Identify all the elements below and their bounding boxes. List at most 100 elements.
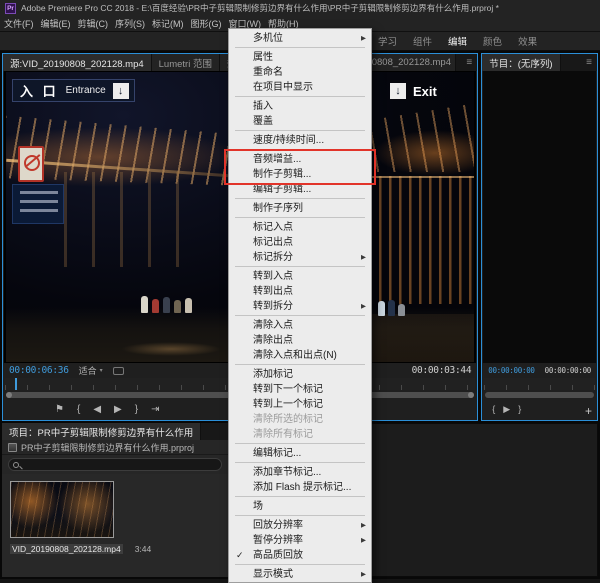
exit-sign: ↓ Exit [390,81,437,101]
title-bar: Pr Adobe Premiere Pro CC 2018 - E:\百度经验\… [0,0,600,16]
project-file-name[interactable]: PR中子剪辑限制修剪边界有什么作用.prproj [21,441,194,454]
program-transport-controls: { ▶} [482,399,597,420]
context-menu-item[interactable]: 标记出点 [229,235,371,250]
project-tab[interactable]: 项目：PR中子剪辑限制修剪边界有什么作用 [2,423,202,440]
menu-separator [235,198,365,199]
step-back-icon[interactable]: ◀ [93,404,101,415]
context-menu-item[interactable]: 清除入点 [229,318,371,333]
source-duration-timecode: 00:00:03:44 [411,365,472,376]
context-menu-item[interactable]: 制作子序列 [229,201,371,216]
clip-thumbnail[interactable] [10,481,114,538]
context-menu-item[interactable]: 场 [229,499,371,514]
search-icon [13,461,19,468]
workspace-tab[interactable]: 编辑 [448,34,467,48]
mark-out-icon[interactable]: } [135,404,138,415]
workspace-tab[interactable]: 颜色 [483,34,502,48]
menu-separator [235,364,365,365]
context-menu-item[interactable]: 回放分辨率 ▶ [229,518,371,533]
context-menu-item[interactable]: 重命名 [229,65,371,80]
zoom-level-select[interactable]: 适合 ▾ [79,364,103,377]
menubar-item[interactable]: 剪辑(C) [78,17,109,30]
context-menu-item[interactable]: 添加 Flash 提示标记... [229,480,371,495]
play-icon[interactable]: ▶ [503,405,510,414]
button-editor-add-button[interactable]: + [585,405,592,417]
add-marker-icon[interactable]: ⚑ [55,404,64,415]
menubar-item[interactable]: 文件(F) [4,17,34,30]
context-menu-item[interactable]: 制作子剪辑... [229,167,371,182]
mark-in-icon[interactable]: { [492,405,495,414]
playhead[interactable] [15,378,17,390]
context-menu-item-label: 插入 [253,101,273,112]
context-menu-item-label: 标记入点 [253,222,293,233]
panel-menu-icon[interactable]: ≡ [461,57,477,68]
scrollbar-left-handle[interactable] [6,391,12,398]
context-menu-item[interactable]: 添加标记 [229,367,371,382]
menu-separator [235,496,365,497]
menu-separator [235,462,365,463]
zoom-level-value: 适合 [78,366,97,376]
source-tab[interactable]: 源:VID_20190808_202128.mp4 [3,54,152,71]
crowd-left [141,296,192,313]
workspace-tab[interactable]: 学习 [378,34,397,48]
context-menu-item[interactable]: 清除所有标记 [229,427,371,442]
context-menu-item[interactable]: 多机位 ▶ [229,31,371,46]
mark-in-icon[interactable]: { [77,404,80,415]
go-to-out-icon[interactable]: ⇥ [151,404,159,415]
context-menu-item[interactable]: 插入 [229,99,371,114]
context-menu-item[interactable]: 标记入点 [229,220,371,235]
menubar-item[interactable]: 序列(S) [115,17,145,30]
context-menu: 多机位 ▶ 属性 重命名 在项目中显示插入覆盖速度/持续时间... 音频增益... 制作子剪… [224,28,376,583]
program-timecode-row: 00:00:00:00 00:00:00:00 [482,363,597,378]
chevron-down-icon: ▾ [99,368,103,374]
menubar-item[interactable]: 图形(G) [191,17,222,30]
context-menu-item[interactable]: 转到出点 [229,284,371,299]
context-menu-item[interactable]: 转到入点 [229,269,371,284]
context-menu-item[interactable]: 清除所选的标记 [229,412,371,427]
context-menu-item-label: 转到出点 [253,286,293,297]
scrollbar-right-handle[interactable] [468,391,475,398]
mark-out-icon[interactable]: } [518,405,521,414]
context-menu-item-label: 清除入点 [253,320,293,331]
entrance-sign: 入 口 Entrance ↓ [12,79,135,102]
menu-separator [235,130,365,131]
context-menu-item[interactable]: 清除出点 [229,333,371,348]
context-menu-item[interactable]: 显示模式 ▶ [229,567,371,582]
context-menu-item-label: 多机位 [253,33,283,44]
clip-name[interactable]: VID_20190808_202128.mp4 [10,544,123,554]
context-menu-item[interactable]: 转到拆分 ▶ [229,299,371,314]
context-menu-item[interactable]: 属性 [229,50,371,65]
playback-settings-icon[interactable] [112,366,124,375]
program-scroll-row [482,390,597,399]
context-menu-item[interactable]: 编辑子剪辑... [229,182,371,197]
play-icon[interactable]: ▶ [114,404,122,415]
menubar-item[interactable]: 编辑(E) [41,17,71,30]
context-menu-item[interactable]: 转到上一个标记 [229,397,371,412]
context-menu-item[interactable]: 音频增益... [229,152,371,167]
search-input[interactable] [8,458,222,471]
context-menu-item-label: 音频增益... [253,154,302,165]
source-tab[interactable]: Lumetri 范围 [151,54,220,71]
workspace-tab[interactable]: 效果 [518,34,537,48]
panel-menu-icon[interactable]: ≡ [581,57,597,68]
program-tab[interactable]: 节目：(无序列) [482,54,561,71]
context-menu-item[interactable]: 速度/持续时间... [229,133,371,148]
context-menu-item-label: 清除所选的标记 [253,414,323,425]
menubar-item[interactable]: 标记(M) [152,17,184,30]
program-time-ru1er[interactable] [484,378,595,390]
context-menu-item[interactable]: 高品质回放 ✓ [229,548,371,563]
context-menu-item[interactable]: 编辑标记... [229,446,371,461]
context-menu-item[interactable]: 覆盖 [229,114,371,129]
program-zoom-scrollbar[interactable] [485,391,594,398]
person-silhouette [163,297,170,313]
context-menu-item[interactable]: 转到下一个标记 [229,382,371,397]
context-menu-item[interactable]: 暂停分辨率 ▶ [229,533,371,548]
context-menu-item[interactable]: 添加章节标记... [229,465,371,480]
context-menu-item[interactable]: 标记拆分 ▶ [229,250,371,265]
workspace-tab[interactable]: 组件 [413,34,432,48]
program-tab-label: 节目：(无序列) [489,58,553,70]
context-menu-item-label: 清除所有标记 [253,429,313,440]
down-arrow-icon: ↓ [390,83,406,99]
context-menu-item[interactable]: 在项目中显示 [229,80,371,95]
no-smoking-sign [18,146,44,182]
context-menu-item[interactable]: 清除入点和出点(N) [229,348,371,363]
